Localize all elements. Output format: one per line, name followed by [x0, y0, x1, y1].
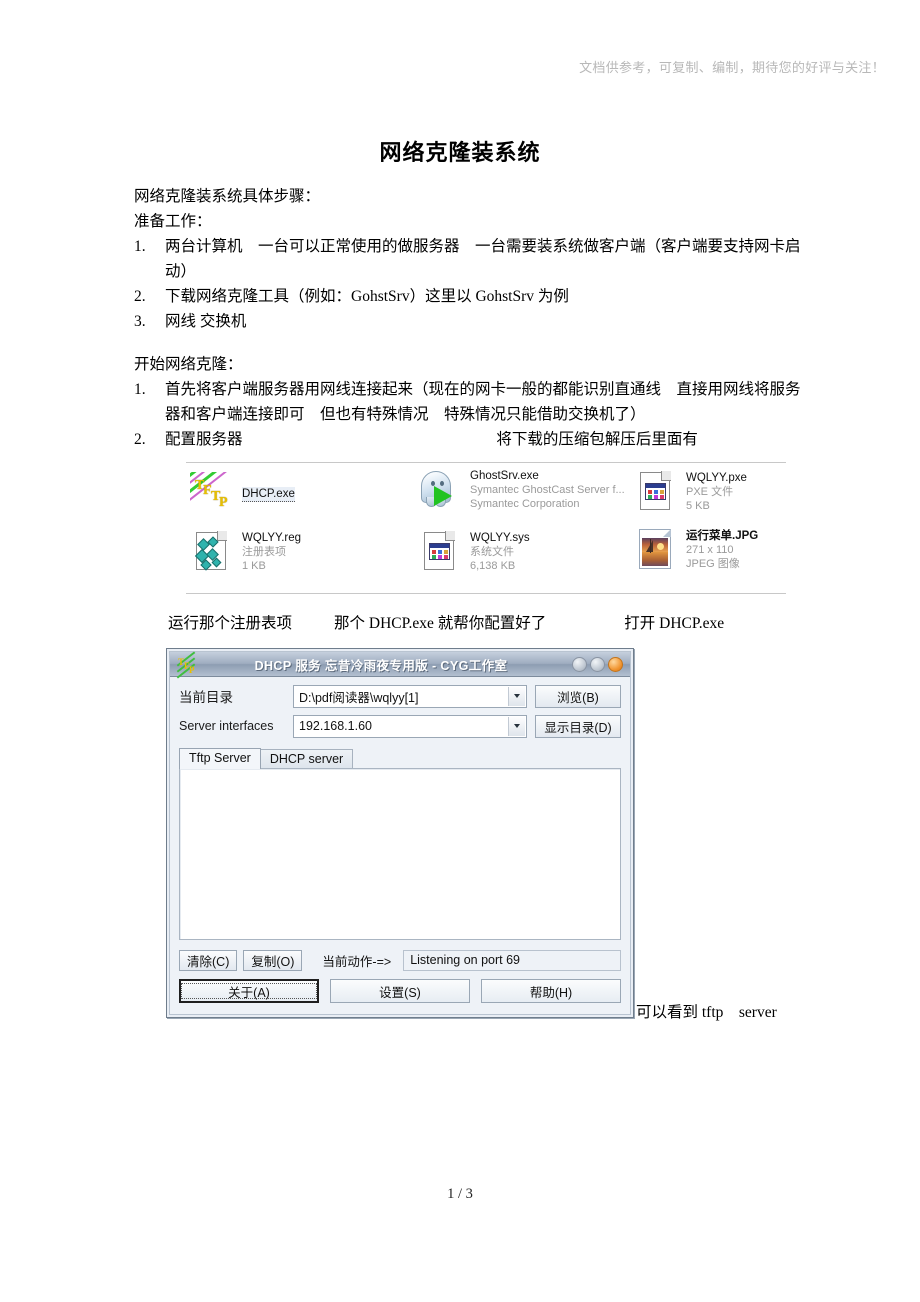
list-item: 2. 配置服务器 将下载的压缩包解压后里面有	[134, 427, 810, 452]
server-interfaces-row: Server interfaces 192.168.1.60 显示目录(D)	[179, 714, 621, 738]
file-name: WQLYY.pxe	[686, 472, 747, 484]
current-directory-row: 当前目录 D:\pdf阅读器\wqlyy[1] 浏览(B)	[179, 684, 621, 708]
about-button-label: 关于(A)	[181, 983, 317, 1000]
explorer-file-listing: T F T P DHCP.exe GhostSrv.exe Symantec G…	[186, 462, 786, 594]
browse-button[interactable]: 浏览(B)	[535, 684, 621, 708]
file-name: WQLYY.sys	[470, 532, 530, 544]
caption-segment-3: 打开 DHCP.exe	[624, 615, 725, 632]
list-item: 2. 下载网络克隆工具（例如：GohstSrv）这里以 GohstSrv 为例	[134, 284, 810, 309]
list-item-tail-text: 将下载的压缩包解压后里面有	[496, 431, 698, 448]
document-page: 文档供参考，可复制、编制，期待您的好评与关注！ 网络克隆装系统 网络克隆装系统具…	[0, 0, 920, 1302]
file-name: DHCP.exe	[242, 487, 295, 502]
file-meta-type: JPEG 图像	[686, 558, 740, 570]
clone-steps-list: 1. 首先将客户端服务器用网线连接起来（现在的网卡一般的都能识别直通线 直接用网…	[134, 377, 810, 452]
caption-segment-1: 运行那个注册表项	[168, 615, 293, 632]
status-row: 清除(C) 复制(O) 当前动作-=> Listening on port 69	[179, 948, 621, 972]
file-name: 运行菜单.JPG	[686, 530, 759, 542]
list-item-text: 配置服务器	[165, 431, 243, 448]
caption-segment-2: 那个 DHCP.exe 就帮你配置好了	[334, 615, 547, 632]
settings-button[interactable]: 设置(S)	[330, 979, 470, 1003]
file-item-wqlyy-pxe[interactable]: WQLYY.pxe PXE 文件 5 KB	[634, 470, 747, 516]
file-meta-size: 1 KB	[242, 560, 266, 572]
current-directory-combo[interactable]: D:\pdf阅读器\wqlyy[1]	[293, 684, 527, 708]
file-meta-type: 注册表项	[242, 546, 286, 558]
chevron-down-icon[interactable]	[508, 686, 525, 706]
help-button[interactable]: 帮助(H)	[481, 979, 621, 1003]
file-meta-size: 6,138 KB	[470, 560, 516, 572]
list-marker: 1.	[134, 238, 146, 255]
list-marker: 3.	[134, 313, 146, 330]
list-item: 1. 首先将客户端服务器用网线连接起来（现在的网卡一般的都能识别直通线 直接用网…	[134, 377, 810, 427]
file-item-ghostsrv-exe[interactable]: GhostSrv.exe Symantec GhostCast Server f…	[418, 468, 625, 514]
window-controls[interactable]	[572, 656, 623, 672]
list-item-text: 下载网络克隆工具（例如：GohstSrv）这里以 GohstSrv 为例	[165, 288, 569, 305]
current-directory-label: 当前目录	[179, 690, 233, 705]
tab-bar: Tftp Server DHCP server	[179, 748, 621, 769]
server-interfaces-value: 192.168.1.60	[299, 719, 372, 733]
file-item-runmenu-jpg[interactable]: 运行菜单.JPG 271 x 110 JPEG 图像	[634, 528, 758, 574]
watermark-text: 文档供参考，可复制、编制，期待您的好评与关注！	[579, 60, 885, 75]
list-item-text: 网线 交换机	[165, 313, 247, 330]
file-item-dhcp-exe[interactable]: T F T P DHCP.exe	[190, 472, 295, 518]
server-interfaces-combo[interactable]: 192.168.1.60	[293, 714, 527, 738]
file-meta-dimensions: 271 x 110	[686, 544, 734, 556]
dhcp-service-window: T F P DHCP 服务 忘昔冷雨夜专用版 - CYG工作室 当前目录 D:\…	[166, 648, 634, 1018]
tftp-icon: T F T P	[190, 472, 236, 518]
caption-row: 运行那个注册表项 那个 DHCP.exe 就帮你配置好了 打开 DHCP.exe	[168, 612, 868, 636]
page-footer: 1 / 3	[447, 1186, 473, 1202]
file-meta-type: PXE 文件	[686, 486, 734, 498]
list-marker: 2.	[134, 288, 146, 305]
file-meta-company: Symantec Corporation	[470, 498, 580, 510]
file-meta-size: 5 KB	[686, 500, 710, 512]
intro-line-2: 准备工作：	[134, 213, 212, 230]
tab-tftp-server[interactable]: Tftp Server	[179, 748, 261, 769]
current-action-value: Listening on port 69	[403, 949, 621, 971]
page-title: 网络克隆装系统	[379, 139, 541, 165]
list-item: 1. 两台计算机 一台可以正常使用的做服务器 一台需要装系统做客户端（客户端要支…	[134, 234, 810, 284]
current-directory-value: D:\pdf阅读器\wqlyy[1]	[299, 690, 419, 705]
intro-block: 网络克隆装系统具体步骤： 准备工作：	[134, 184, 810, 234]
close-button[interactable]	[608, 656, 623, 672]
file-item-wqlyy-sys[interactable]: WQLYY.sys 系统文件 6,138 KB	[418, 530, 530, 576]
file-name: GhostSrv.exe	[470, 470, 539, 482]
registry-file-icon	[190, 530, 236, 576]
log-output-area[interactable]	[179, 768, 621, 940]
clone-heading-block: 开始网络克隆：	[134, 352, 810, 377]
prep-steps-list: 1. 两台计算机 一台可以正常使用的做服务器 一台需要装系统做客户端（客户端要支…	[134, 234, 810, 334]
system-file-icon	[418, 530, 464, 576]
divider-bottom	[186, 593, 786, 594]
list-item-text: 首先将客户端服务器用网线连接起来（现在的网卡一般的都能识别直通线 直接用网线将服…	[165, 381, 801, 423]
jpeg-image-icon	[634, 528, 680, 574]
file-meta-type: 系统文件	[470, 546, 514, 558]
file-name: WQLYY.reg	[242, 532, 302, 544]
minimize-button[interactable]	[572, 656, 587, 672]
intro-line-1: 网络克隆装系统具体步骤：	[134, 188, 321, 205]
server-interfaces-label: Server interfaces	[179, 719, 274, 733]
copy-button[interactable]: 复制(O)	[243, 949, 303, 971]
chevron-down-icon[interactable]	[508, 716, 525, 736]
current-action-label: 当前动作-=>	[322, 954, 392, 969]
trailing-note-text: 可以看到 tftp server	[636, 1004, 777, 1021]
button-row: 关于(A) 设置(S) 帮助(H)	[179, 978, 621, 1004]
about-button[interactable]: 关于(A)	[179, 979, 319, 1003]
list-item: 3. 网线 交换机	[134, 309, 810, 334]
ghost-icon	[418, 468, 464, 514]
window-titlebar[interactable]: T F P DHCP 服务 忘昔冷雨夜专用版 - CYG工作室	[170, 651, 630, 679]
divider-top	[186, 462, 786, 463]
list-marker: 2.	[134, 431, 146, 448]
show-directory-button[interactable]: 显示目录(D)	[535, 714, 621, 738]
pxe-file-icon	[634, 470, 680, 516]
file-item-wqlyy-reg[interactable]: WQLYY.reg 注册表项 1 KB	[190, 530, 301, 576]
file-meta-description: Symantec GhostCast Server f...	[470, 484, 625, 496]
window-title: DHCP 服务 忘昔冷雨夜专用版 - CYG工作室	[254, 658, 508, 673]
clone-heading: 开始网络克隆：	[134, 356, 243, 373]
tab-dhcp-server[interactable]: DHCP server	[259, 749, 354, 769]
maximize-button[interactable]	[590, 656, 605, 672]
clear-button[interactable]: 清除(C)	[179, 949, 238, 971]
list-marker: 1.	[134, 381, 146, 398]
form-fields: 当前目录 D:\pdf阅读器\wqlyy[1] 浏览(B) Server int…	[179, 684, 621, 744]
tftp-app-icon: T F P	[176, 651, 196, 679]
list-item-text: 两台计算机 一台可以正常使用的做服务器 一台需要装系统做客户端（客户端要支持网卡…	[165, 238, 801, 280]
